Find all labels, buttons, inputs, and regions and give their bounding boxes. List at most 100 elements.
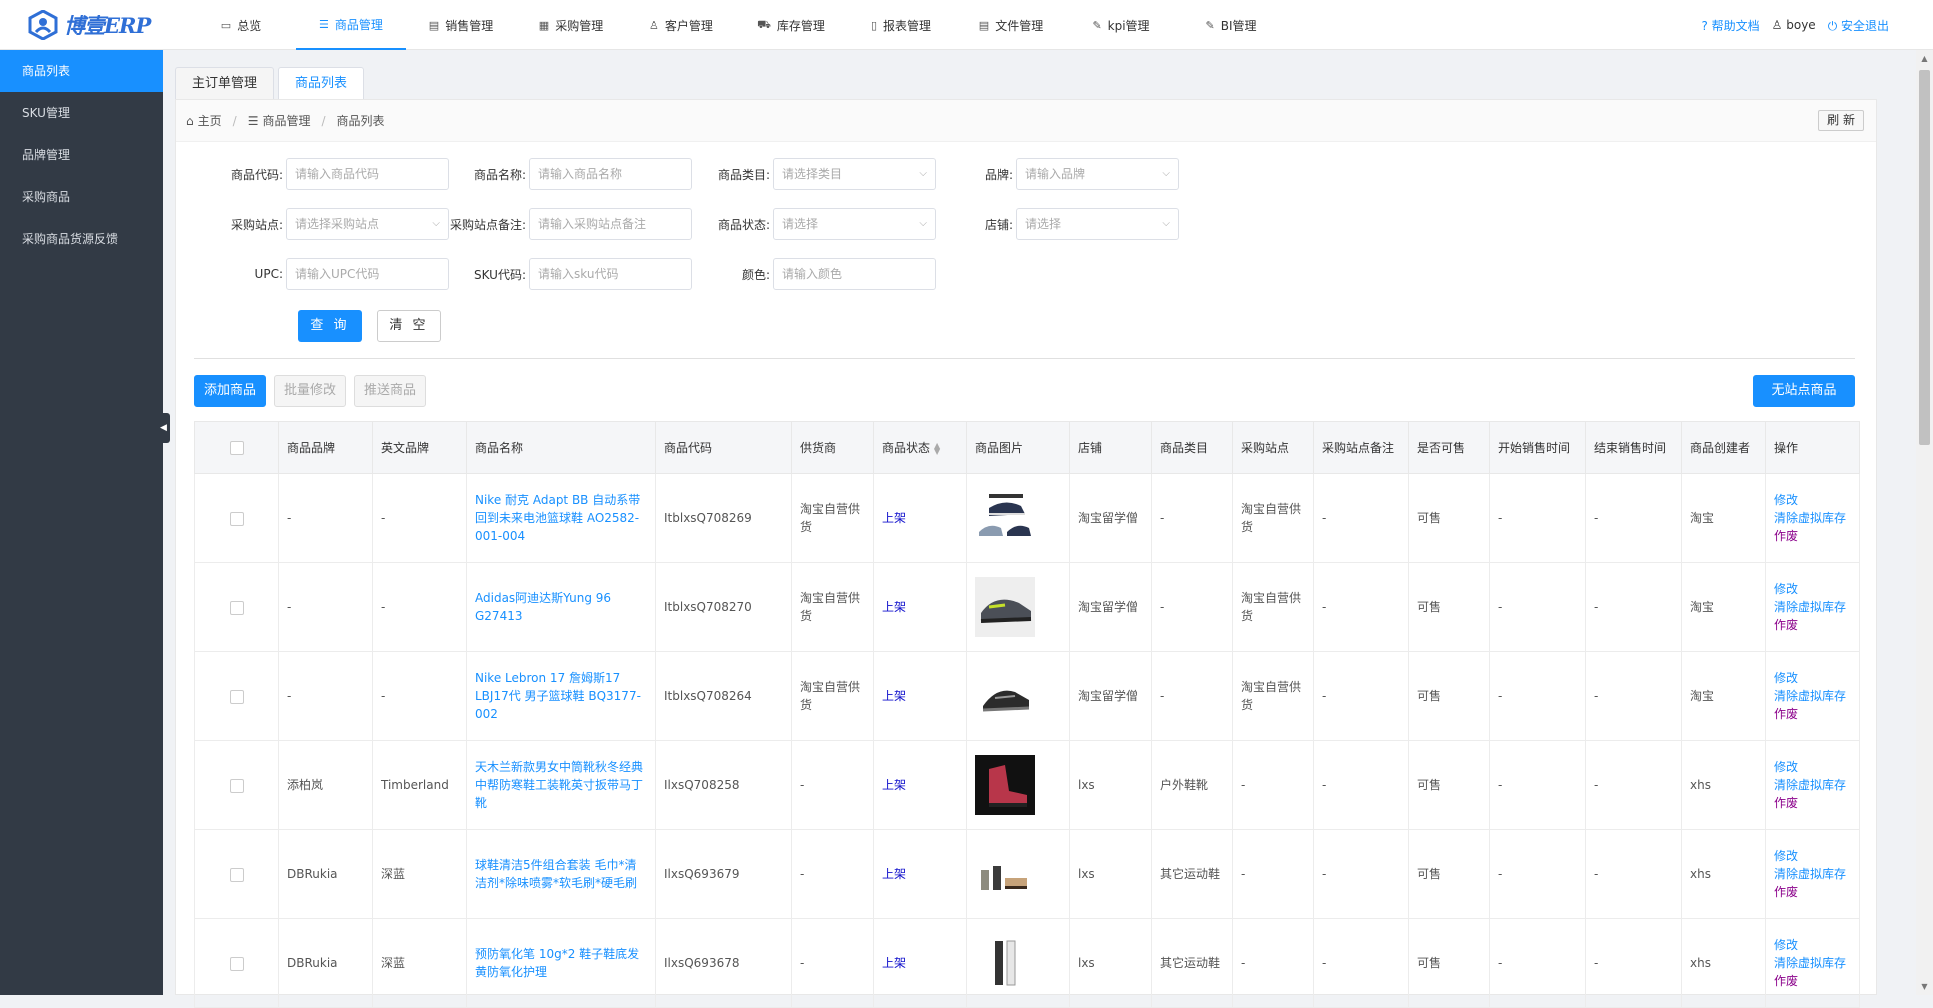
void-link[interactable]: 作废	[1774, 883, 1851, 901]
refresh-button[interactable]: 刷 新	[1818, 110, 1864, 131]
cell-name: Adidas阿迪达斯Yung 96 G27413	[466, 562, 656, 652]
sidebar-item-4[interactable]: 采购商品货源反馈	[0, 218, 163, 260]
product-name-link[interactable]: Adidas阿迪达斯Yung 96 G27413	[475, 591, 611, 623]
table-row[interactable]: - - Nike 耐克 Adapt BB 自动系带回到未来电池篮球鞋 AO2582-…	[194, 473, 1860, 563]
batch-edit-button[interactable]: 批量修改	[274, 375, 346, 407]
row-checkbox[interactable]	[229, 956, 244, 971]
cell-text: 淘宝自营供货	[800, 502, 861, 534]
row-checkbox[interactable]	[229, 778, 244, 793]
add-product-button[interactable]: 添加商品	[194, 375, 266, 407]
edit-link[interactable]: 修改	[1774, 580, 1851, 598]
clear-virtual-stock-link[interactable]: 清除虚拟库存	[1774, 687, 1851, 705]
product-image[interactable]	[975, 933, 1061, 993]
push-product-button[interactable]: 推送商品	[354, 375, 426, 407]
filter-input[interactable]: 请输入颜色	[773, 258, 936, 290]
row-checkbox[interactable]	[229, 867, 244, 882]
table-row[interactable]: DBRukia 深蓝 球鞋清洁5件组合套装 毛巾*清洁剂*除味喷雾*软毛刷*硬毛刷 I…	[194, 829, 1860, 919]
cell-code: ItblxsQ708270	[655, 562, 792, 652]
product-image[interactable]	[975, 666, 1061, 726]
product-name-link[interactable]: 球鞋清洁5件组合套装 毛巾*清洁剂*除味喷雾*软毛刷*硬毛刷	[475, 858, 637, 890]
select-all-checkbox[interactable]	[229, 440, 244, 455]
topnav-item-1[interactable]: ☰ 商品管理	[296, 0, 406, 50]
product-image[interactable]	[975, 755, 1061, 815]
tab-1[interactable]: 商品列表	[278, 67, 365, 100]
edit-link[interactable]: 修改	[1774, 669, 1851, 687]
filter-select[interactable]: 请选择 ⌵	[1016, 208, 1179, 240]
scroll-thumb[interactable]	[1919, 70, 1930, 445]
cell-en_brand: Timberland	[372, 740, 467, 830]
edit-link[interactable]: 修改	[1774, 491, 1851, 509]
cell-shop: lxs	[1069, 740, 1152, 830]
topnav-item-9[interactable]: ✎ BI管理	[1176, 0, 1286, 50]
clear-virtual-stock-link[interactable]: 清除虚拟库存	[1774, 509, 1851, 527]
cell-text: -	[381, 689, 386, 703]
topnav-label: kpi管理	[1107, 18, 1150, 33]
row-select-cell	[194, 562, 279, 652]
table-row[interactable]: DBRukia 深蓝 预防氧化笔 10g*2 鞋子鞋底发黄防氧化护理 IlxsQ693…	[194, 918, 1860, 1008]
topnav-item-6[interactable]: ▯ 报表管理	[846, 0, 956, 50]
cell-text: -	[1241, 778, 1246, 792]
void-link[interactable]: 作废	[1774, 616, 1851, 634]
row-checkbox[interactable]	[229, 689, 244, 704]
topnav-item-5[interactable]: ⛟ 库存管理	[736, 0, 846, 50]
table-row[interactable]: - - Adidas阿迪达斯Yung 96 G27413 ItblxsQ708270 淘…	[194, 562, 1860, 652]
cell-text: IlxsQ708258	[664, 778, 740, 792]
void-link[interactable]: 作废	[1774, 705, 1851, 723]
breadcrumb-bar: ⌂ 主页 / ☰ 商品管理 / 商品列表 刷 新	[176, 100, 1876, 142]
logout-link[interactable]: ⏻ 安全退出	[1828, 17, 1889, 34]
sidebar-item-3[interactable]: 采购商品	[0, 176, 163, 218]
product-image[interactable]	[975, 488, 1061, 548]
clear-virtual-stock-link[interactable]: 清除虚拟库存	[1774, 954, 1851, 972]
topnav-item-4[interactable]: ♙ 客户管理	[626, 0, 736, 50]
void-link[interactable]: 作废	[1774, 972, 1851, 990]
help-docs-link[interactable]: ? 帮助文档	[1701, 17, 1759, 34]
breadcrumb-home[interactable]: 主页	[198, 112, 222, 129]
topnav-item-8[interactable]: ✎ kpi管理	[1066, 0, 1176, 50]
void-link[interactable]: 作废	[1774, 794, 1851, 812]
sort-icon[interactable]: ▲ ▼	[934, 441, 940, 455]
clear-virtual-stock-link[interactable]: 清除虚拟库存	[1774, 865, 1851, 883]
edit-link[interactable]: 修改	[1774, 936, 1851, 954]
scroll-up-icon[interactable]: ▲	[1916, 50, 1933, 67]
filter-select[interactable]: 请输入品牌 ⌵	[1016, 158, 1179, 190]
product-image[interactable]	[975, 577, 1061, 637]
product-name-link[interactable]: Nike Lebron 17 詹姆斯17 LBJ17代 男子篮球鞋 BQ3177…	[475, 671, 641, 721]
clear-virtual-stock-link[interactable]: 清除虚拟库存	[1774, 598, 1851, 616]
breadcrumb-section[interactable]: 商品管理	[262, 112, 310, 129]
topnav-item-2[interactable]: ▤ 销售管理	[406, 0, 516, 50]
topnav-item-3[interactable]: ▦ 采购管理	[516, 0, 626, 50]
vertical-scrollbar[interactable]: ▲ ▼	[1916, 50, 1933, 995]
user-name[interactable]: ♙ boye	[1772, 18, 1816, 32]
chart-icon: ✎	[1205, 18, 1215, 32]
product-name-link[interactable]: 天木兰新款男女中筒靴秋冬经典中帮防寒鞋工装靴英寸扳带马丁靴	[475, 760, 643, 810]
edit-link[interactable]: 修改	[1774, 847, 1851, 865]
product-thumbnail	[975, 755, 1035, 815]
query-button[interactable]: 查 询	[298, 310, 362, 342]
cell-name: Nike Lebron 17 詹姆斯17 LBJ17代 男子篮球鞋 BQ3177…	[466, 651, 656, 741]
sidebar-item-1[interactable]: SKU管理	[0, 92, 163, 134]
page-tabs: 主订单管理 商品列表	[175, 67, 365, 100]
clear-button[interactable]: 清 空	[377, 310, 441, 342]
topnav-item-0[interactable]: ▭ 总览	[186, 0, 296, 50]
table-row[interactable]: 添柏岚 Timberland 天木兰新款男女中筒靴秋冬经典中帮防寒鞋工装靴英寸扳带马…	[194, 740, 1860, 830]
tab-0[interactable]: 主订单管理	[175, 67, 275, 100]
void-link[interactable]: 作废	[1774, 527, 1851, 545]
product-name-link[interactable]: Nike 耐克 Adapt BB 自动系带回到未来电池篮球鞋 AO2582-00…	[475, 493, 640, 543]
sidebar-item-2[interactable]: 品牌管理	[0, 134, 163, 176]
product-name-link[interactable]: 预防氧化笔 10g*2 鞋子鞋底发黄防氧化护理	[475, 947, 639, 979]
clear-virtual-stock-link[interactable]: 清除虚拟库存	[1774, 776, 1851, 794]
row-select-cell	[194, 829, 279, 919]
cell-creator: xhs	[1681, 740, 1766, 830]
sidebar-collapse-toggle[interactable]: ◀	[157, 413, 170, 443]
no-site-product-button[interactable]: 无站点商品	[1753, 375, 1855, 407]
topnav-item-7[interactable]: ▤ 文件管理	[956, 0, 1066, 50]
cell-text: -	[1498, 956, 1503, 970]
sidebar-item-0[interactable]: 商品列表	[0, 50, 163, 92]
table-row[interactable]: - - Nike Lebron 17 詹姆斯17 LBJ17代 男子篮球鞋 BQ31…	[194, 651, 1860, 741]
row-checkbox[interactable]	[229, 511, 244, 526]
scroll-down-icon[interactable]: ▼	[1916, 978, 1933, 995]
edit-link[interactable]: 修改	[1774, 758, 1851, 776]
product-image[interactable]	[975, 844, 1061, 904]
app-logo[interactable]: 博壹ERP	[28, 8, 151, 42]
row-checkbox[interactable]	[229, 600, 244, 615]
